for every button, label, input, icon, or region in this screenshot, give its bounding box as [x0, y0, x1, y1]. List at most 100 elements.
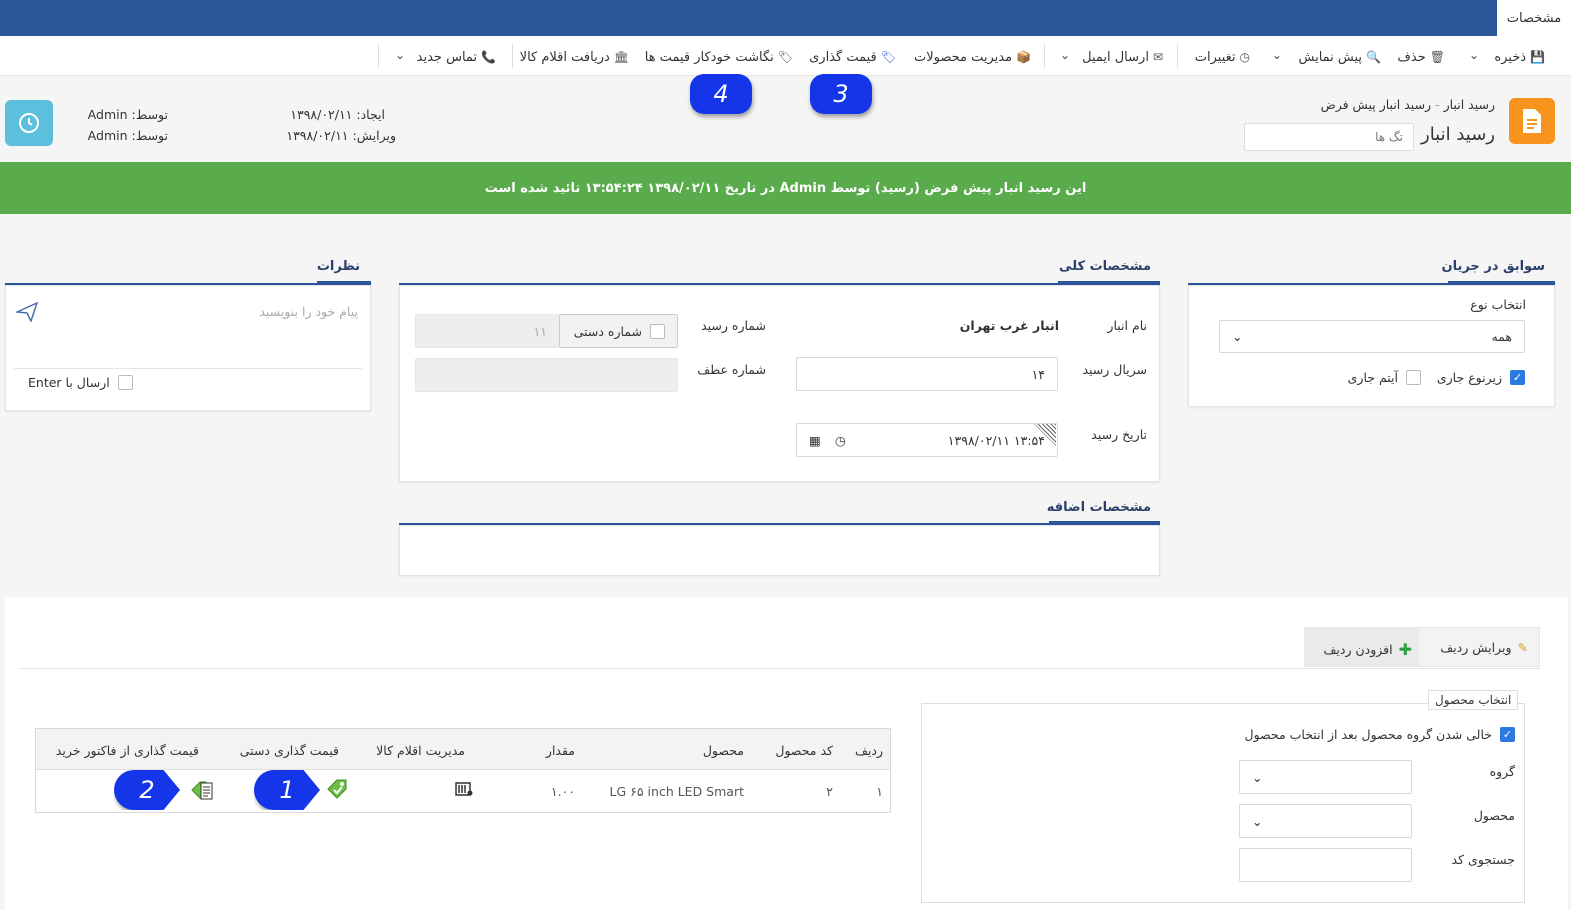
product-select[interactable]: ⌄	[1239, 804, 1412, 838]
current-item-checkbox[interactable]	[1406, 370, 1421, 385]
chevron-down-icon[interactable]: ⌄	[1060, 48, 1070, 62]
changes-button[interactable]: ◷ تغییرات	[1195, 46, 1250, 68]
tag-icon: 🏷	[880, 50, 896, 64]
receipt-no-value: ۱۱	[533, 323, 547, 339]
delete-button[interactable]: 🗑 حذف	[1397, 46, 1445, 68]
invoice-pricing-icon[interactable]	[190, 778, 214, 806]
floppy-icon: 💾	[1530, 50, 1545, 64]
envelope-icon: ✉	[1152, 50, 1163, 64]
top-bar	[0, 0, 1571, 36]
group-select[interactable]: ⌄	[1239, 760, 1412, 794]
chevron-down-icon[interactable]: ⌄	[1272, 48, 1282, 62]
chevron-down-icon[interactable]: ⌄	[1469, 48, 1479, 62]
col-product: محصول	[702, 743, 744, 758]
col-manual-pricing: قیمت گذاری دستی	[239, 743, 339, 758]
send-with-enter-option[interactable]: ارسال با Enter	[28, 375, 133, 390]
warehouse-icon: 🏛	[613, 50, 629, 64]
changes-label: تغییرات	[1194, 49, 1236, 65]
pricing-button[interactable]: 🏷 قیمت گذاری	[809, 46, 896, 68]
title-underline	[1448, 281, 1555, 284]
send-email-button[interactable]: ✉ ارسال ایمیل	[1082, 46, 1163, 68]
created-by-user: Admin	[87, 107, 128, 122]
separator	[378, 44, 379, 68]
toolbar: ⌄ 💾 ذخیره 🗑 حذف ⌄ 🔍 پیش نمایش ◷ تغییرات …	[0, 36, 1571, 76]
by-label: توسط:	[131, 128, 169, 143]
manual-number-checkbox[interactable]	[650, 323, 665, 339]
code-search-label: جستجوی کد	[1451, 852, 1515, 867]
current-item-option[interactable]: آیتم جاری	[1348, 370, 1421, 385]
row-qty: ۱.۰۰	[550, 784, 575, 799]
date-label: تاریخ رسید	[1091, 427, 1147, 442]
document-icon	[1509, 98, 1555, 144]
manual-number-toggle[interactable]: شماره دستی	[559, 314, 678, 348]
tags-input[interactable]	[1244, 123, 1414, 151]
date-input[interactable]: ۱۳:۵۴ ۱۳۹۸/۰۲/۱۱ ▦ ◷	[796, 423, 1058, 457]
created-date: ۱۳۹۸/۰۲/۱۱	[290, 107, 353, 122]
history-clock-button[interactable]	[5, 100, 53, 146]
col-invoice-pricing: قیمت گذاری از فاکتور خرید	[55, 743, 199, 758]
type-label: انتخاب نوع	[1470, 297, 1526, 312]
serial-input[interactable]: ۱۴	[796, 357, 1058, 391]
phone-icon: 📞	[481, 50, 496, 64]
title-underline	[1049, 521, 1160, 524]
callout-3: 3	[810, 74, 872, 114]
send-icon[interactable]	[14, 301, 39, 327]
extra-panel	[399, 525, 1160, 576]
clear-group-checkbox[interactable]: ✓	[1500, 727, 1515, 742]
box-icon: 📦	[1016, 50, 1031, 64]
chevron-down-icon: ⌄	[1252, 813, 1263, 829]
manual-pricing-icon[interactable]	[326, 778, 350, 804]
comment-input[interactable]: پیام خود را بنویسید	[259, 304, 358, 319]
edit-row-button[interactable]: ✎ ویرایش ردیف	[1440, 640, 1528, 655]
clear-group-option[interactable]: ✓ خالی شدن گروه محصول بعد از انتخاب محصو…	[1245, 727, 1515, 742]
preview-button[interactable]: 🔍 پیش نمایش	[1299, 46, 1382, 68]
created-label: ایجاد:	[356, 107, 385, 122]
current-subtype-option[interactable]: ✓ زیرنوع جاری	[1437, 370, 1525, 385]
receive-items-label: دریافت اقلام کالا	[519, 49, 610, 65]
receive-items-button[interactable]: 🏛 دریافت اقلام کالا	[520, 46, 629, 68]
barcode-icon[interactable]	[455, 781, 473, 801]
chevron-down-icon[interactable]: ⌄	[395, 48, 405, 62]
breadcrumb-parent[interactable]: رسید انبار	[1444, 97, 1495, 112]
callout-4: 4	[690, 74, 752, 114]
col-qty: مقدار	[545, 743, 575, 758]
edit-row-label: ویرایش ردیف	[1440, 640, 1512, 655]
separator	[512, 44, 513, 68]
date-icons: ▦ ◷	[809, 433, 846, 448]
calendar-icon[interactable]: ▦	[809, 433, 821, 448]
product-management-button[interactable]: 📦 مدیریت محصولات	[914, 46, 1031, 68]
auto-price-map-button[interactable]: 🏷 نگاشت خودکار قیمت ها	[645, 46, 793, 68]
page-title: رسید انبار	[1421, 124, 1495, 145]
clock-icon[interactable]: ◷	[835, 433, 846, 448]
created-by: توسط: Admin	[88, 107, 168, 122]
new-contact-button[interactable]: 📞 تماس جدید	[417, 46, 496, 68]
current-subtype-label: زیرنوع جاری	[1436, 370, 1502, 385]
receipt-no-label: شماره رسید	[701, 318, 766, 333]
product-management-label: مدیریت محصولات	[913, 49, 1013, 65]
col-code: کد محصول	[775, 743, 833, 758]
serial-label: سریال رسید	[1082, 362, 1147, 377]
general-title: مشخصات کلی	[1059, 259, 1151, 274]
type-select[interactable]: همه ⌄	[1219, 320, 1525, 353]
group-label: گروه	[1489, 764, 1515, 779]
pencil-icon: ✎	[1517, 640, 1528, 655]
ref-no-input	[415, 358, 678, 392]
current-subtype-checkbox[interactable]: ✓	[1510, 370, 1525, 385]
comments-title: نظرات	[316, 259, 360, 274]
add-row-button[interactable]: ✚ افزودن ردیف	[1323, 640, 1412, 659]
send-with-enter-checkbox[interactable]	[117, 375, 133, 390]
delete-label: حذف	[1397, 49, 1426, 65]
pricing-label: قیمت گذاری	[809, 49, 877, 65]
plus-icon: ✚	[1398, 640, 1412, 659]
chevron-down-icon: ⌄	[1252, 769, 1263, 785]
ref-no-label: شماره عطف	[697, 362, 766, 377]
save-button[interactable]: 💾 ذخیره	[1494, 46, 1545, 68]
tab-details[interactable]: مشخصات	[1497, 0, 1571, 36]
auto-price-map-label: نگاشت خودکار قیمت ها	[644, 49, 774, 65]
col-index: ردیف	[854, 743, 883, 758]
breadcrumb: رسید انبار-رسید انبار پیش فرض	[1321, 97, 1495, 112]
code-search-input[interactable]	[1239, 848, 1412, 882]
product-select-legend: انتخاب محصول	[1428, 690, 1519, 710]
type-value: همه	[1491, 329, 1512, 344]
edited-meta: ویرایش: ۱۳۹۸/۰۲/۱۱	[286, 128, 396, 143]
